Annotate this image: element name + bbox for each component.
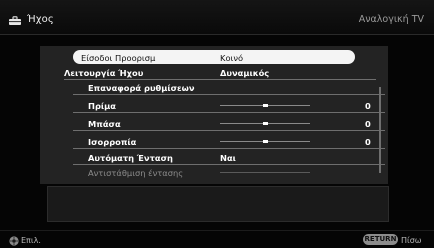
toolbox-icon: [9, 16, 21, 25]
menu-item-value: Ναι: [220, 153, 236, 163]
menu-item-target-inputs[interactable]: Είσοδοι Προορισμ Κοινό: [73, 50, 385, 65]
menu-item-label: Πρίμα: [88, 101, 116, 111]
row-divider: [73, 148, 385, 149]
help-text-area: [47, 186, 389, 222]
row-divider: [73, 130, 385, 131]
back-hint: Πίσω: [401, 236, 422, 245]
menu-item-sound-mode[interactable]: Λειτουργία Ήχου Δυναμικός: [64, 65, 385, 80]
slider-knob[interactable]: [262, 140, 268, 143]
scrollbar[interactable]: [379, 87, 381, 173]
input-source-label: Αναλογική TV: [358, 14, 424, 25]
menu-item-reset[interactable]: Επαναφορά ρυθμίσεων: [73, 80, 385, 95]
menu-item-volume-offset: Αντιστάθμιση έντασης: [73, 165, 385, 180]
footer-divider: [0, 230, 434, 231]
return-key-icon: RETURN: [363, 234, 398, 245]
treble-slider[interactable]: [220, 104, 310, 107]
page-title: Ήχος: [27, 14, 54, 25]
menu-item-label: Επαναφορά ρυθμίσεων: [88, 83, 195, 93]
balance-slider[interactable]: [220, 140, 310, 143]
row-divider: [73, 112, 385, 113]
settings-panel: Είσοδοι Προορισμ Κοινό Λειτουργία Ήχου Δ…: [40, 46, 388, 184]
menu-item-value: Δυναμικός: [220, 68, 270, 78]
slider-knob[interactable]: [262, 104, 268, 107]
menu-item-label: Είσοδοι Προορισμ: [81, 53, 156, 63]
header-divider: [0, 34, 434, 35]
bass-slider[interactable]: [220, 122, 310, 125]
select-hint: Επιλ.: [21, 236, 41, 245]
menu-item-value: 0: [365, 119, 371, 129]
menu-item-auto-volume[interactable]: Αυτόματη Ένταση Ναι: [73, 150, 385, 165]
menu-item-label: Αντιστάθμιση έντασης: [88, 168, 184, 178]
menu-item-balance[interactable]: Ισορροπία 0: [73, 134, 385, 149]
menu-item-treble[interactable]: Πρίμα 0: [73, 98, 385, 113]
menu-item-value: 0: [365, 137, 371, 147]
menu-item-label: Αυτόματη Ένταση: [88, 153, 173, 163]
menu-item-value: 0: [365, 101, 371, 111]
row-divider: [73, 94, 385, 95]
volume-offset-slider: [220, 172, 310, 173]
enter-dpad-icon: [9, 236, 19, 246]
slider-knob[interactable]: [262, 122, 268, 125]
menu-item-value: Κοινό: [220, 53, 244, 63]
menu-item-label: Ισορροπία: [88, 137, 137, 147]
menu-item-bass[interactable]: Μπάσα 0: [73, 116, 385, 131]
menu-item-label: Μπάσα: [88, 119, 121, 129]
menu-item-label: Λειτουργία Ήχου: [64, 68, 144, 78]
